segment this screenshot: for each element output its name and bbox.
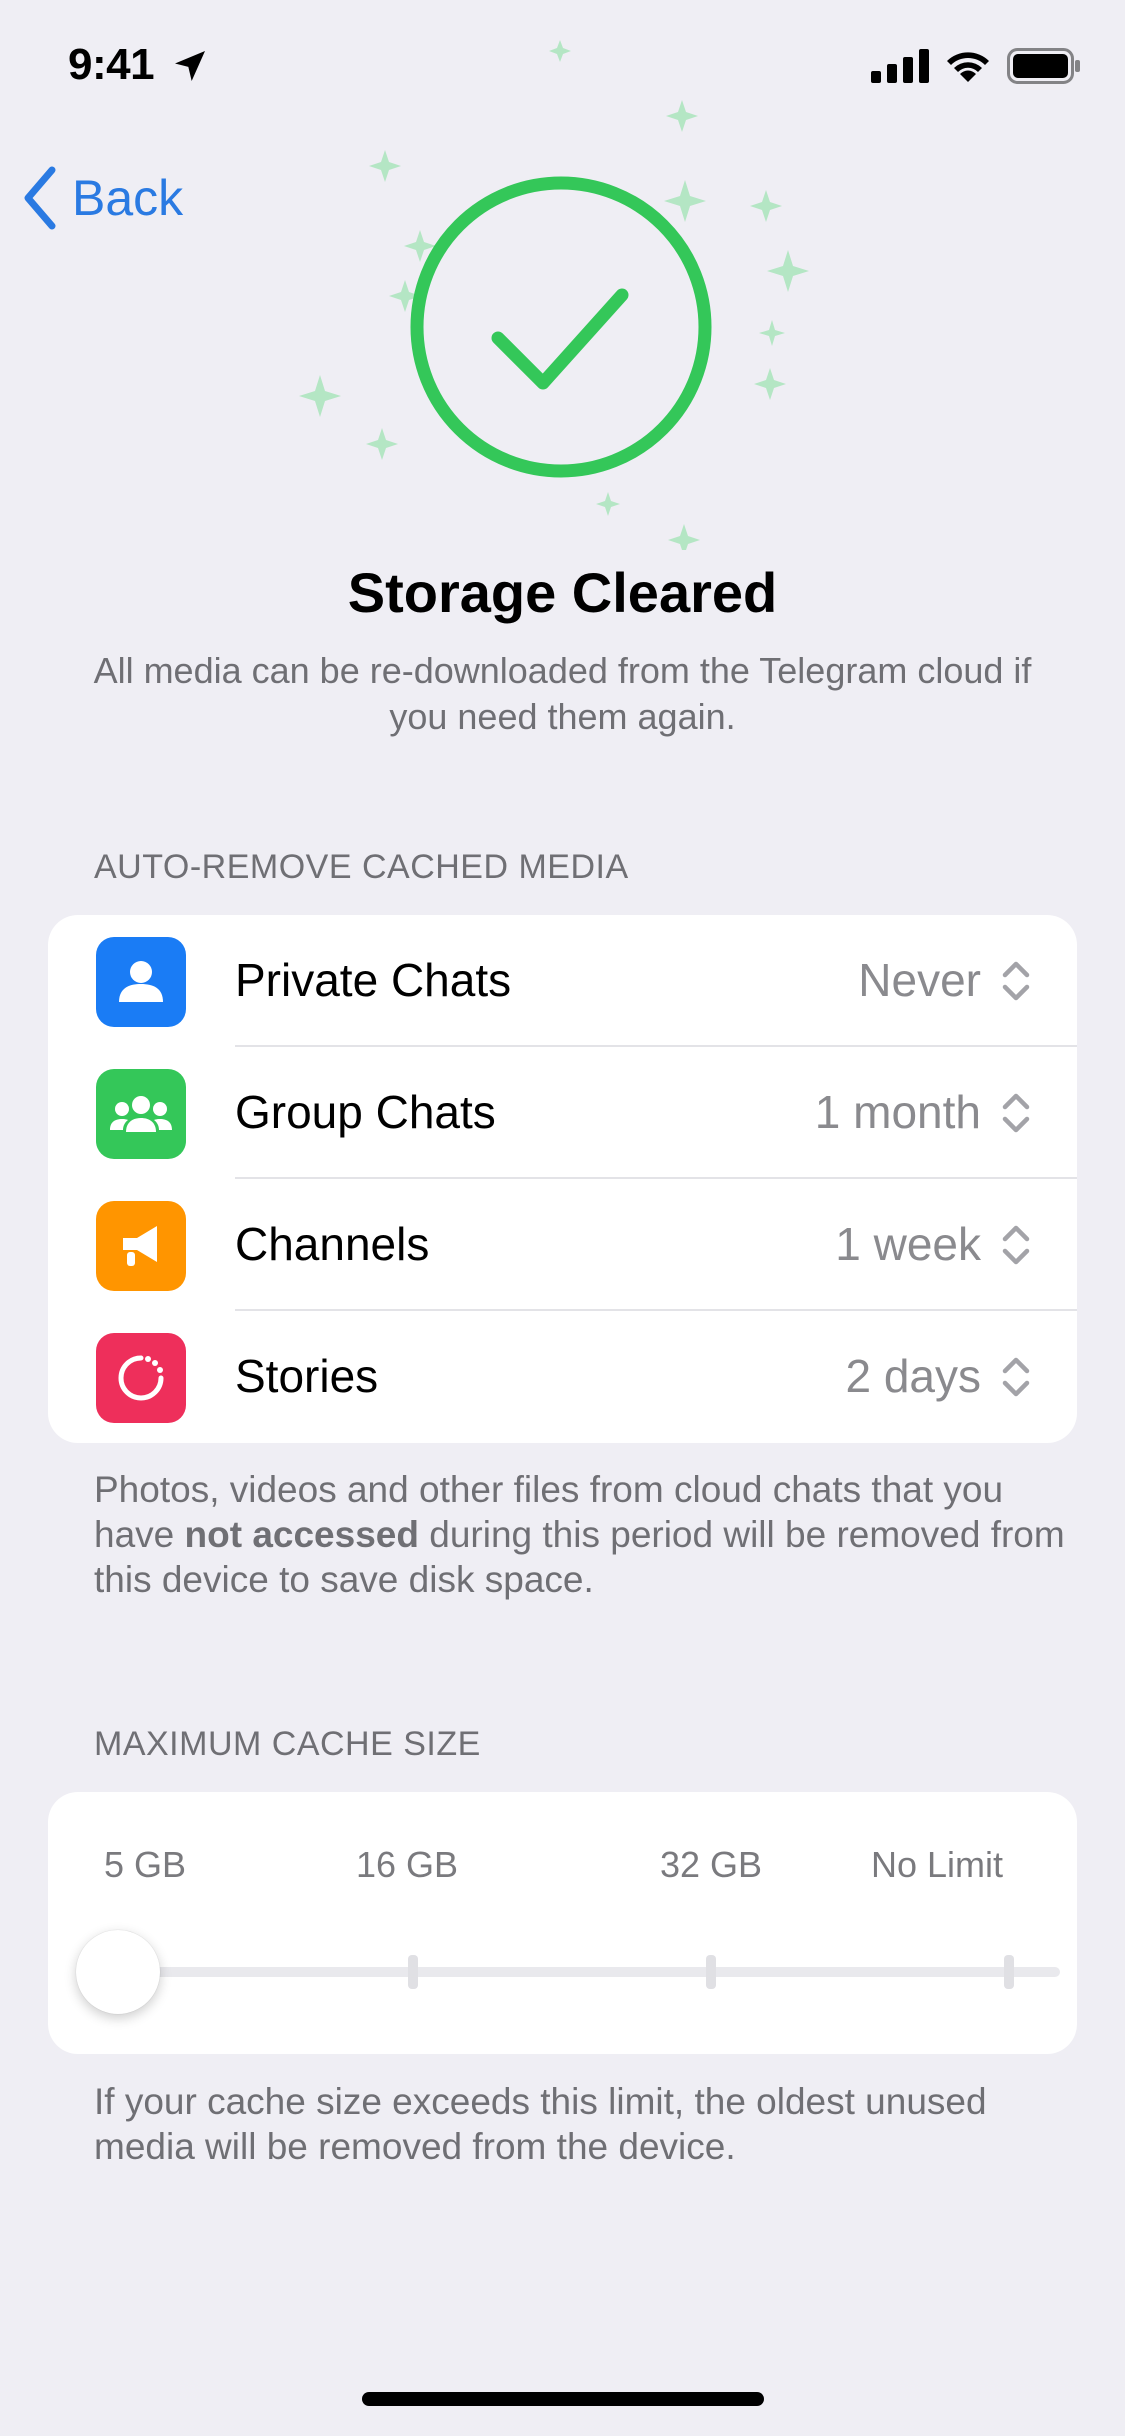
- tick-label-5gb: 5 GB: [104, 1844, 187, 1885]
- slider-thumb[interactable]: [76, 1930, 160, 2014]
- page-subtitle: All media can be re-downloaded from the …: [93, 650, 1032, 737]
- cache-size-footer: If your cache size exceeds this limit, t…: [94, 2081, 987, 2167]
- row-value: Never: [858, 954, 981, 1006]
- row-channels[interactable]: Channels 1 week: [48, 1179, 1077, 1311]
- slider-tick: [706, 1955, 716, 1989]
- cache-size-header: MAXIMUM CACHE SIZE: [94, 1725, 481, 1763]
- stories-icon: [96, 1333, 186, 1423]
- row-value: 1 month: [814, 1086, 981, 1138]
- row-label: Stories: [235, 1350, 379, 1402]
- row-label: Group Chats: [235, 1086, 496, 1138]
- megaphone-icon: [96, 1201, 186, 1291]
- success-checkmark-icon: [299, 40, 809, 550]
- row-group-chats[interactable]: Group Chats 1 month: [48, 1047, 1077, 1179]
- row-label: Channels: [235, 1218, 430, 1270]
- row-stories[interactable]: Stories 2 days: [48, 1311, 1077, 1443]
- page-title: Storage Cleared: [347, 561, 778, 624]
- row-private-chats[interactable]: Private Chats Never: [48, 915, 1077, 1047]
- up-down-chevron-icon: [1002, 1093, 1030, 1133]
- row-value: 1 week: [835, 1218, 981, 1270]
- auto-remove-footer: Photos, videos and other files from clou…: [94, 1467, 1074, 1602]
- tick-label-no-limit: No Limit: [871, 1844, 1004, 1885]
- tick-label-32gb: 32 GB: [660, 1844, 763, 1885]
- row-label: Private Chats: [235, 954, 512, 1006]
- person-icon: [96, 937, 186, 1027]
- auto-remove-header: AUTO-REMOVE CACHED MEDIA: [94, 848, 629, 886]
- footer-bold: not accessed: [184, 1514, 419, 1555]
- cache-size-card: 5 GB 16 GB 32 GB No Limit: [48, 1792, 1077, 2054]
- up-down-chevron-icon: [1002, 1357, 1030, 1397]
- group-icon: [96, 1069, 186, 1159]
- auto-remove-card: Private Chats Never Group Chats 1 month: [48, 915, 1077, 1443]
- up-down-chevron-icon: [1002, 1225, 1030, 1265]
- up-down-chevron-icon: [1002, 961, 1030, 1001]
- slider-tick: [1004, 1955, 1014, 1989]
- row-value: 2 days: [845, 1350, 981, 1402]
- home-indicator: [362, 2392, 764, 2406]
- tick-label-16gb: 16 GB: [356, 1844, 459, 1885]
- slider-track[interactable]: [118, 1967, 1060, 1977]
- slider-tick: [408, 1955, 418, 1989]
